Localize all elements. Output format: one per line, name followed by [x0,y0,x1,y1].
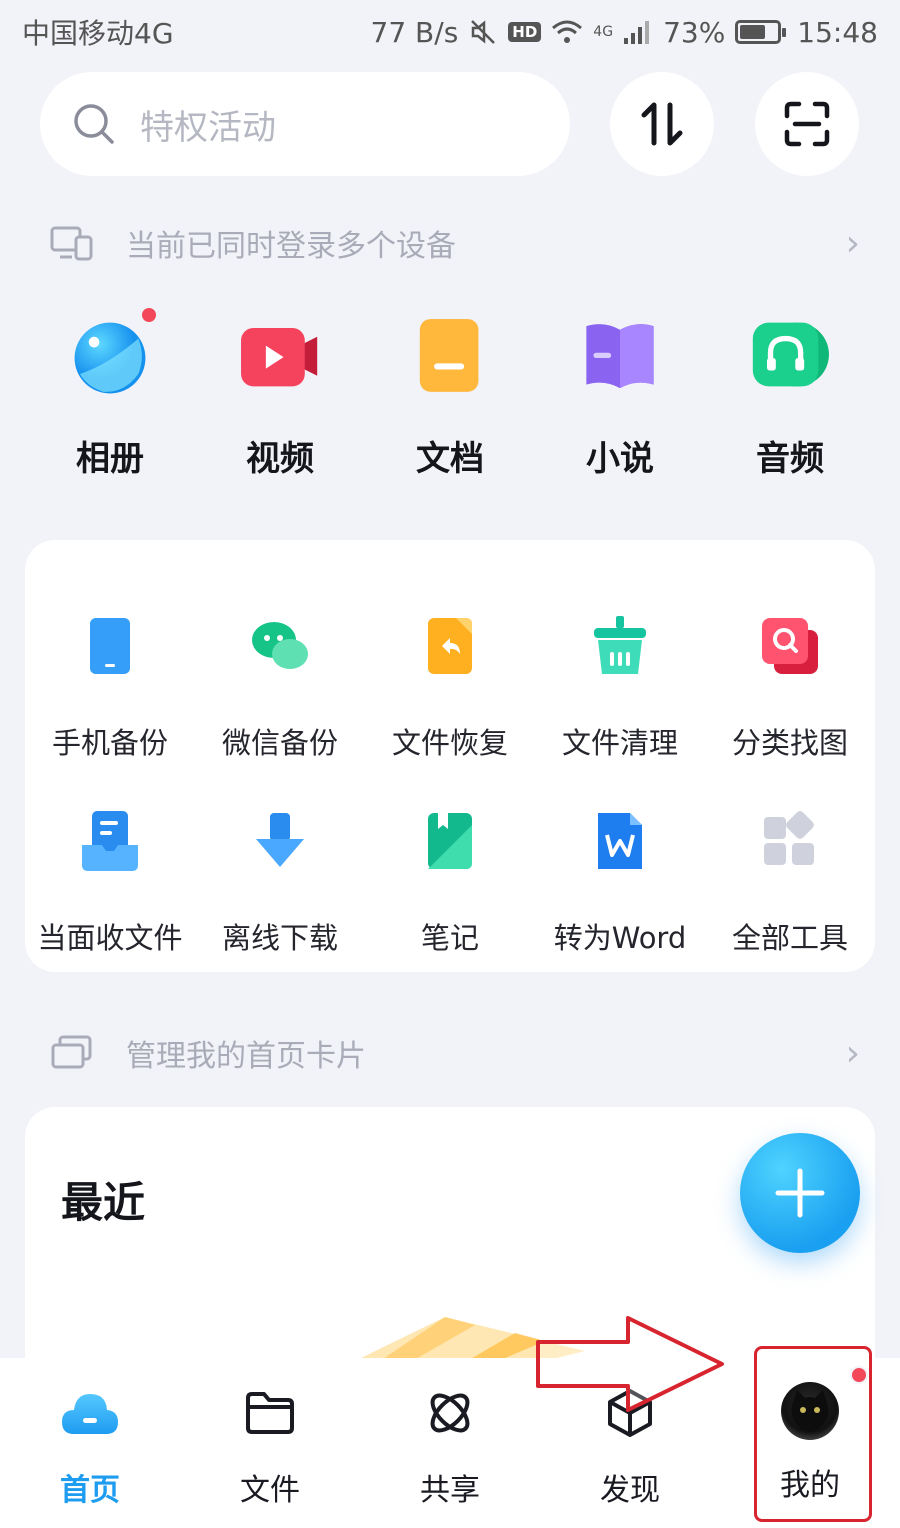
battery-icon [735,20,787,44]
tool-label: 分类找图 [731,726,848,760]
chevron-right-icon: › [845,1032,860,1074]
album-icon [74,322,146,394]
tool-label: 文件清理 [561,726,678,760]
category-label: 视频 [246,439,314,479]
nav-files[interactable]: 文件 [180,1358,360,1528]
tool-word-convert[interactable]: 转为Word [535,795,705,990]
nav-label: 首页 [60,1473,120,1508]
album-badge [140,306,158,324]
tool-label: 转为Word [553,921,687,955]
category-label: 相册 [76,439,144,479]
tool-label: 手机备份 [51,726,168,760]
nav-label: 共享 [420,1473,480,1508]
share-icon [420,1383,480,1443]
tool-label: 全部工具 [731,921,848,955]
transfer-icon [641,102,683,146]
add-button[interactable] [740,1133,860,1253]
search-icon [74,104,114,144]
file-clean-icon [594,616,646,674]
main-categories: 相册 视频 文档 小说 音频 [25,300,875,480]
signal-label: 4G [593,23,614,40]
nav-label: 发现 [600,1473,660,1508]
tool-label: 微信备份 [221,726,338,760]
tool-label: 笔记 [420,921,479,955]
chevron-right-icon: › [845,222,860,264]
tool-label: 文件恢复 [391,726,508,760]
plus-icon [775,1168,825,1218]
document-icon [419,319,479,392]
word-convert-icon [598,813,642,869]
category-label: 音频 [756,439,824,479]
scan-button[interactable] [755,72,859,176]
find-image-icon [762,618,818,674]
category-label: 文档 [416,439,484,479]
tools-grid: 手机备份 微信备份 文件恢复 文件清理 分类找图 当面收文件 离线下载 笔记 转… [25,600,875,990]
tool-all-tools[interactable]: 全部工具 [705,795,875,990]
folder-icon [240,1383,300,1443]
tool-wechat-backup[interactable]: 微信备份 [195,600,365,795]
scan-icon [784,101,830,147]
wifi-icon [552,20,583,43]
offline-download-icon [256,813,304,867]
wechat-backup-icon [252,622,308,669]
all-tools-icon [764,811,814,865]
video-icon [241,327,318,387]
mute-icon [471,20,496,44]
search-input[interactable]: 特权活动 [40,72,570,176]
hd-badge: HD [508,22,542,42]
cards-icon [51,1035,92,1069]
device-notice[interactable]: 当前已同时登录多个设备 › [50,215,860,271]
manage-cards-row[interactable]: 管理我的首页卡片 › [50,1025,860,1081]
annotation-highlight-box [754,1346,872,1522]
manage-cards-text: 管理我的首页卡片 [126,1039,366,1074]
tool-note[interactable]: 笔记 [365,795,535,990]
nav-home[interactable]: 首页 [0,1358,180,1528]
tool-find-image[interactable]: 分类找图 [705,600,875,795]
category-video[interactable]: 视频 [195,300,365,480]
status-right: 77 B/s HD 4G 73% 15:48 [371,16,878,49]
category-novel[interactable]: 小说 [535,300,705,480]
transfer-button[interactable] [610,72,714,176]
recent-title: 最近 [61,1178,146,1227]
search-placeholder: 特权活动 [140,107,276,148]
nav-label: 文件 [240,1473,300,1508]
receive-file-icon [82,811,138,871]
battery-percent: 73% [663,15,726,49]
tool-file-clean[interactable]: 文件清理 [535,600,705,795]
category-document[interactable]: 文档 [365,300,535,480]
tool-file-restore[interactable]: 文件恢复 [365,600,535,795]
net-speed-text: 77 B/s [370,15,459,49]
device-notice-text: 当前已同时登录多个设备 [126,229,456,264]
devices-icon [50,226,93,261]
status-bar: 中国移动4G 77 B/s HD 4G 73% 15:48 [0,0,900,64]
tool-label: 离线下载 [221,921,338,955]
tool-receive-file[interactable]: 当面收文件 [25,795,195,990]
annotation-arrow [536,1316,724,1412]
tool-label: 当面收文件 [37,921,183,955]
phone-backup-icon [90,618,130,674]
clock-text: 15:48 [797,15,878,49]
tool-phone-backup[interactable]: 手机备份 [25,600,195,795]
cloud-home-icon [60,1383,120,1443]
category-album[interactable]: 相册 [25,300,195,480]
note-icon [428,813,472,869]
category-label: 小说 [586,439,654,479]
novel-icon [586,324,654,389]
tools-card: 手机备份 微信备份 文件恢复 文件清理 分类找图 当面收文件 离线下载 笔记 转… [25,540,875,972]
carrier-text: 中国移动4G [22,17,174,50]
audio-icon [752,322,829,387]
file-restore-icon [428,618,472,674]
signal-icon [624,21,650,44]
category-audio[interactable]: 音频 [705,300,875,480]
nav-share[interactable]: 共享 [360,1358,540,1528]
battery-fill [740,25,766,39]
tool-offline-download[interactable]: 离线下载 [195,795,365,990]
